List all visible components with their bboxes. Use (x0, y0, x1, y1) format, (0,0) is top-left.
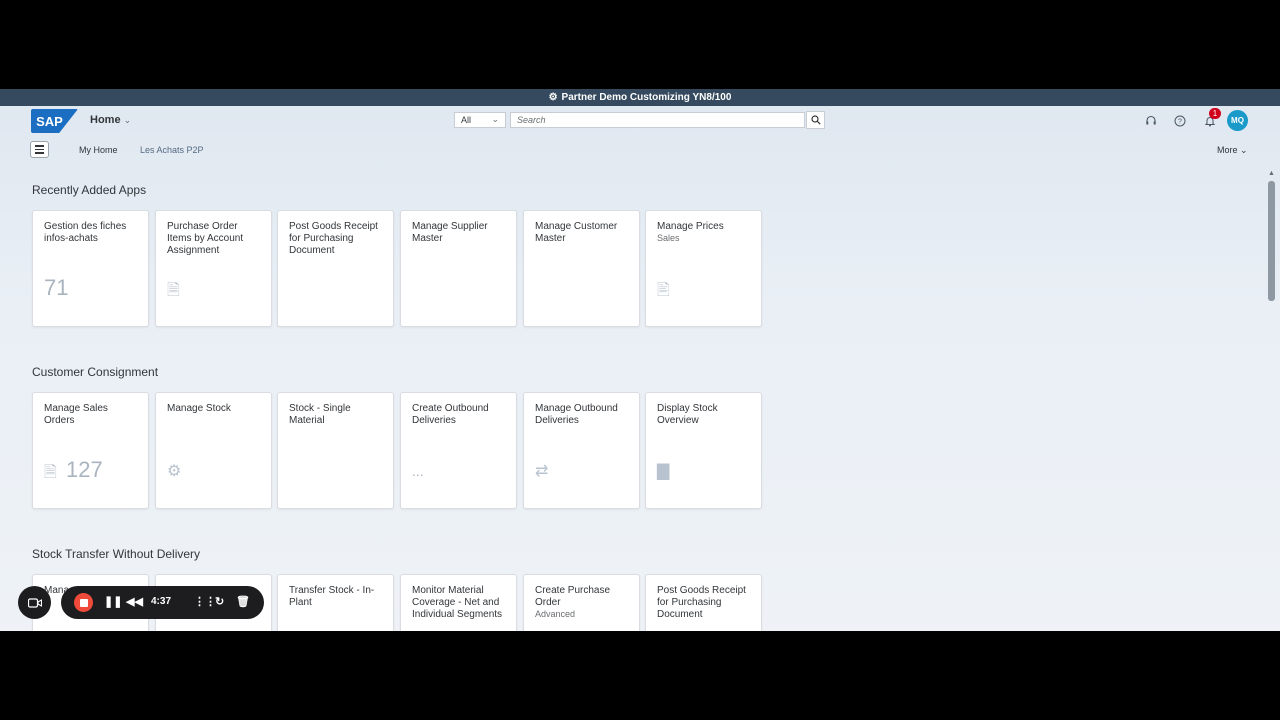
grid-icon[interactable]: ⋮⋮ (194, 595, 216, 608)
price-list-icon: 🖹 (657, 282, 670, 299)
bar-chart-icon: ▇ (657, 463, 670, 480)
screen-recorder-toolbar: ❚❚ ◀◀ 4:37 ⋮⋮ ↻ 🗑 (18, 586, 264, 620)
headset-icon (1146, 115, 1156, 125)
tile-title: Purchase Order Items by Account Assignme… (167, 221, 244, 256)
help-button[interactable]: ? (1171, 112, 1189, 130)
search-icon (810, 115, 821, 125)
section-title: Customer Consignment (32, 365, 159, 379)
app-tile[interactable]: Post Goods Receipt for Purchasing Docume… (277, 210, 394, 327)
stop-recording-button[interactable] (74, 593, 93, 612)
system-title: Partner Demo Customizing YN8/100 (561, 92, 732, 103)
nav-link-les-achats-p2p[interactable]: Les Achats P2P (140, 145, 204, 155)
hamburger-menu-button[interactable] (30, 141, 49, 158)
notification-badge: 1 (1209, 108, 1221, 119)
svg-text:?: ? (1178, 119, 1182, 126)
sap-logo[interactable]: SAP (31, 109, 78, 133)
page-scrollbar[interactable]: ▲ ▼ (1266, 169, 1280, 631)
tile-title: Create Purchase Order (535, 585, 611, 608)
tile-title: Manage Prices (657, 221, 724, 232)
pause-icon[interactable]: ❚❚ (104, 595, 122, 608)
more-label: More (1217, 145, 1238, 155)
scroll-up-icon[interactable]: ▲ (1268, 170, 1275, 177)
tile-title: Manage Supplier Master (412, 221, 488, 244)
tile-number: 71 (44, 275, 69, 300)
app-tile[interactable]: Monitor Material Coverage - Net and Indi… (400, 574, 517, 631)
app-tile[interactable]: Manage Sales Orders 🗎 127 (32, 392, 149, 509)
recorder-controls: ❚❚ ◀◀ 4:37 ⋮⋮ ↻ 🗑 (61, 586, 264, 619)
tile-subtitle: Advanced (535, 609, 576, 619)
tile-title: Stock - Single Material (289, 403, 351, 426)
tile-title: Display Stock Overview (657, 403, 718, 426)
camera-button[interactable] (18, 586, 51, 619)
tile-title: Transfer Stock - In-Plant (289, 585, 375, 608)
user-avatar[interactable]: MQ (1227, 110, 1248, 131)
shell-bar: SAP Home ⌄ All ⌄ Search ? (0, 106, 1280, 136)
system-bar: ⚙ Partner Demo Customizing YN8/100 (0, 89, 1280, 106)
search-input[interactable]: Search (510, 112, 805, 128)
tile-title: Create Outbound Deliveries (412, 403, 489, 426)
search-button[interactable] (806, 111, 825, 129)
partner-icon: ⚙ (548, 92, 558, 103)
app-tile[interactable]: Post Goods Receipt for Purchasing Docume… (645, 574, 762, 631)
scrollbar-thumb[interactable] (1268, 181, 1275, 301)
section-title: Recently Added Apps (32, 183, 147, 197)
tile-number: 127 (66, 457, 103, 482)
stock-settings-icon: ⚙ (167, 463, 182, 480)
more-menu[interactable]: More ⌄ (1217, 145, 1248, 156)
chevron-down-icon: ⌄ (123, 115, 132, 125)
launchpad-screen: ⚙ Partner Demo Customizing YN8/100 SAP H… (0, 89, 1280, 631)
tile-title: Gestion des fiches infos-achats (44, 221, 127, 244)
shipping-icon: ⇄ (535, 463, 549, 480)
tile-subtitle: Sales (657, 233, 680, 243)
search-scope-value: All (461, 115, 472, 125)
app-tile[interactable]: Manage Stock ⚙ (155, 392, 272, 509)
help-icon: ? (1174, 115, 1186, 127)
search-scope-select[interactable]: All ⌄ (454, 112, 506, 128)
tile-title: Monitor Material Coverage - Net and Indi… (412, 585, 503, 620)
app-tile[interactable]: Manage Customer Master (523, 210, 640, 327)
tile-title: Manage Sales Orders (44, 403, 108, 426)
trash-icon[interactable]: 🗑 (236, 595, 250, 608)
support-button[interactable] (1142, 112, 1160, 130)
restart-icon[interactable]: ↻ (215, 595, 224, 608)
app-tile[interactable]: Display Stock Overview ▇ (645, 392, 762, 509)
rewind-icon[interactable]: ◀◀ (126, 595, 143, 608)
app-tile[interactable]: Create Purchase Order Advanced (523, 574, 640, 631)
app-tile[interactable]: Create Outbound Deliveries... (400, 392, 517, 509)
app-tile[interactable]: Gestion des fiches infos-achats 71 (32, 210, 149, 327)
tile-title: Manage Stock (167, 403, 231, 414)
home-label: Home (90, 114, 121, 126)
nav-link-my-home[interactable]: My Home (79, 145, 118, 155)
app-tile[interactable]: Manage Supplier Master (400, 210, 517, 327)
document-currency-icon: 🗎 (167, 282, 180, 299)
app-tile[interactable]: Stock - Single Material (277, 392, 394, 509)
home-menu[interactable]: Home ⌄ (90, 114, 131, 126)
tile-title: Post Goods Receipt for Purchasing Docume… (289, 221, 378, 256)
app-tile[interactable]: Transfer Stock - In-Plant (277, 574, 394, 631)
tile-title: Manage Outbound Deliveries (535, 403, 618, 426)
app-tile[interactable]: Purchase Order Items by Account Assignme… (155, 210, 272, 327)
section-title: Stock Transfer Without Delivery (32, 547, 201, 561)
tile-number: ... (412, 463, 424, 479)
sales-document-icon: 🗎 (44, 464, 57, 481)
video-camera-icon (27, 597, 42, 608)
app-tile[interactable]: Manage Outbound Deliveries ⇄ (523, 392, 640, 509)
app-tile[interactable]: Manage Prices Sales 🖹 (645, 210, 762, 327)
recording-time: 4:37 (151, 596, 172, 607)
stop-icon (79, 598, 88, 607)
tile-title: Post Goods Receipt for Purchasing Docume… (657, 585, 746, 620)
chevron-down-icon: ⌄ (1240, 145, 1248, 155)
chevron-down-icon: ⌄ (491, 114, 499, 124)
tile-title: Manage Customer Master (535, 221, 618, 244)
